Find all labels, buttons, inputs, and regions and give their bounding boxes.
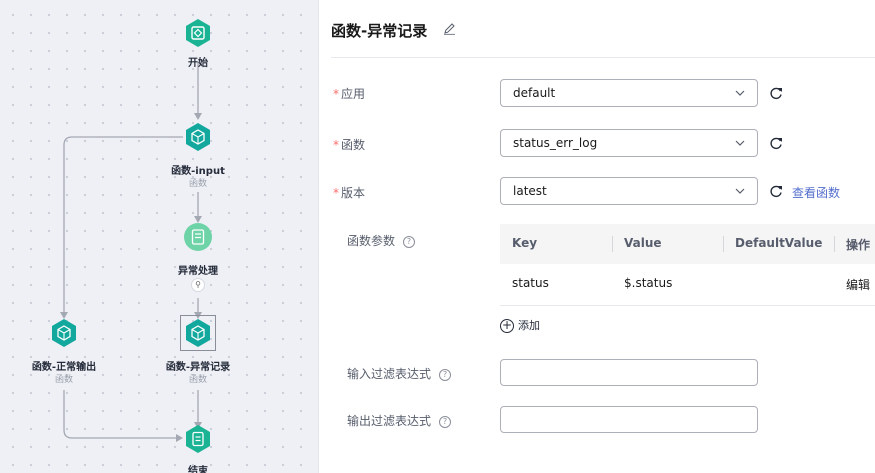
function-label: * 函数 <box>333 136 365 153</box>
function-select-value: status_err_log <box>513 136 598 150</box>
refresh-icon[interactable] <box>769 86 783 100</box>
title-separator <box>331 57 875 58</box>
app-select-value: default <box>513 86 556 100</box>
required-mark: * <box>333 87 339 101</box>
params-label: 函数参数? <box>347 232 416 249</box>
function-cube-icon <box>186 123 210 151</box>
node-label: 结束 <box>188 466 208 473</box>
add-circle-icon: + <box>500 318 514 333</box>
version-select-value: latest <box>513 184 547 198</box>
function-cube-icon <box>186 319 210 347</box>
version-label-text: 版本 <box>341 186 366 200</box>
app-label: * 应用 <box>333 85 365 102</box>
function-label-text: 函数 <box>341 138 366 152</box>
column-separator <box>612 236 613 252</box>
node-config-panel: 函数-异常记录 * 应用 default * 函数 status_err_log *… <box>319 0 875 473</box>
flow-edges <box>60 62 202 442</box>
column-header-value: Value <box>624 236 662 250</box>
required-mark: * <box>333 186 339 200</box>
row-value: $.status <box>624 276 673 290</box>
chevron-down-icon <box>735 140 745 146</box>
input-filter-label: 输入过滤表达式? <box>347 365 452 382</box>
chevron-down-icon <box>735 188 745 194</box>
node-label: 开始 <box>188 58 208 69</box>
refresh-icon[interactable] <box>769 136 783 150</box>
add-param-button[interactable]: + 添加 <box>500 317 540 333</box>
column-header-key: Key <box>512 236 538 250</box>
version-label: * 版本 <box>333 184 365 201</box>
app-select[interactable]: default <box>500 79 758 107</box>
panel-title: 函数-异常记录 <box>331 22 428 40</box>
start-icon <box>186 19 210 47</box>
exception-icon <box>184 223 212 251</box>
output-filter-label-text: 输出过滤表达式 <box>347 414 432 428</box>
row-key: status <box>512 276 549 290</box>
node-label: 函数-正常输出 <box>31 362 97 373</box>
node-label: 函数-异常记录 <box>165 362 231 373</box>
output-filter-label: 输出过滤表达式? <box>347 412 452 429</box>
end-icon <box>186 425 210 453</box>
version-select[interactable]: latest <box>500 177 758 205</box>
column-header-action: 操作 <box>846 238 871 252</box>
node-type-label: 函数 <box>54 375 73 385</box>
help-icon[interactable]: ? <box>439 415 452 428</box>
row-separator <box>500 305 875 306</box>
node-label: 异常处理 <box>178 266 218 277</box>
column-separator <box>723 236 724 252</box>
app-label-text: 应用 <box>341 87 366 101</box>
input-filter-label-text: 输入过滤表达式 <box>347 367 432 381</box>
chevron-down-icon <box>735 90 745 96</box>
node-type-label: 函数 <box>188 375 207 385</box>
column-header-default: DefaultValue <box>735 236 823 250</box>
function-select[interactable]: status_err_log <box>500 129 758 157</box>
help-icon[interactable]: ? <box>439 368 452 381</box>
params-label-text: 函数参数 <box>347 234 396 248</box>
output-filter-field[interactable] <box>500 406 758 433</box>
node-type-label: 函数 <box>188 179 207 189</box>
edit-row-link[interactable]: 编辑 <box>846 276 870 293</box>
link-icon: ⚲ <box>191 278 205 292</box>
view-function-link[interactable]: 查看函数 <box>792 184 840 201</box>
refresh-icon[interactable] <box>769 184 783 198</box>
required-mark: * <box>333 138 339 152</box>
column-separator <box>834 236 835 252</box>
help-icon[interactable]: ? <box>403 235 416 248</box>
flow-canvas[interactable]: 开始 函数-input 函数 异常处理 ⚲ 函数-正常输出 函数 函数-异常记录… <box>0 0 318 473</box>
edit-icon[interactable] <box>443 22 456 35</box>
add-label: 添加 <box>518 319 540 332</box>
function-cube-icon <box>52 319 76 347</box>
node-label: 函数-input <box>171 166 225 177</box>
table-header: Key Value DefaultValue 操作 <box>500 224 875 264</box>
input-filter-field[interactable] <box>500 359 758 386</box>
